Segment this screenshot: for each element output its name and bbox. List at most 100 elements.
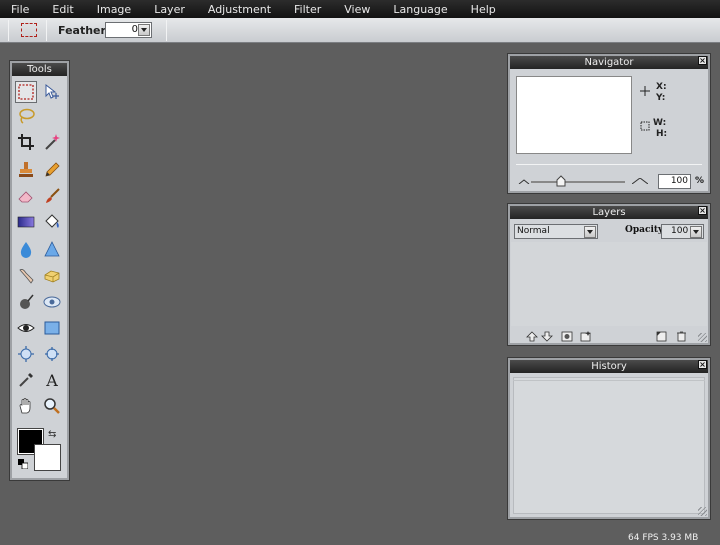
close-icon[interactable]: ×: [698, 56, 707, 65]
lasso-tool[interactable]: [15, 105, 37, 127]
history-panel: History ×: [507, 357, 711, 520]
menu-language[interactable]: Language: [382, 3, 447, 16]
feather-label: Feather:: [58, 24, 111, 37]
zoom-slider-thumb[interactable]: [556, 175, 566, 187]
marquee-tool[interactable]: [15, 81, 37, 103]
trash-icon[interactable]: [675, 331, 687, 342]
pencil-tool[interactable]: [41, 159, 63, 181]
history-divider: [513, 380, 705, 381]
gradient-icon: [17, 216, 35, 228]
new-layer-icon[interactable]: [655, 331, 667, 342]
eraser-tool[interactable]: [15, 185, 37, 207]
pencil-icon: [45, 162, 60, 177]
color-picker-tool[interactable]: [15, 369, 37, 391]
navigator-x-label: X:: [656, 82, 667, 92]
chevron-down-icon[interactable]: [690, 226, 702, 238]
options-separator: [166, 20, 167, 41]
gradient-tool[interactable]: [15, 211, 37, 233]
history-title: History: [510, 360, 708, 373]
menu-bar: File Edit Image Layer Adjustment Filter …: [0, 0, 720, 18]
crop-tool[interactable]: [15, 131, 37, 153]
tools-panel-title: Tools: [12, 63, 67, 76]
paint-bucket-icon: [45, 214, 59, 228]
magic-wand-tool[interactable]: [41, 131, 63, 153]
options-separator: [8, 20, 9, 41]
menu-image[interactable]: Image: [86, 3, 131, 16]
layer-mask-icon[interactable]: [561, 331, 573, 342]
move-tool[interactable]: [41, 81, 63, 103]
hand-tool[interactable]: [15, 395, 37, 417]
sharpen-tool[interactable]: [41, 239, 63, 261]
text-type-icon: A: [45, 371, 58, 389]
menu-edit[interactable]: Edit: [41, 3, 73, 16]
blur-tool[interactable]: [15, 239, 37, 261]
blend-mode-value: Normal: [517, 226, 550, 236]
rectangle-tool[interactable]: [41, 317, 63, 339]
pinch-icon: [45, 347, 59, 361]
menu-filter[interactable]: Filter: [283, 3, 321, 16]
smudge-tool[interactable]: [15, 265, 37, 287]
paint-bucket-tool[interactable]: [41, 211, 63, 233]
move-layer-up-icon[interactable]: [526, 331, 538, 342]
menu-view[interactable]: View: [333, 3, 370, 16]
resize-grip-icon[interactable]: [698, 507, 707, 516]
zoom-percent-label: %: [695, 176, 705, 186]
bloat-tool[interactable]: [15, 343, 37, 365]
history-list[interactable]: [513, 377, 705, 514]
crosshair-icon: [640, 86, 650, 96]
reset-colors-icon[interactable]: [18, 459, 28, 469]
eraser-icon: [18, 191, 33, 203]
layers-panel: Layers × Normal Opacity: 100: [507, 203, 711, 346]
resize-grip-icon[interactable]: [698, 333, 707, 342]
zoom-out-mountain-icon[interactable]: [518, 178, 530, 184]
hand-icon: [19, 398, 31, 414]
burn-icon: [20, 294, 34, 309]
burn-tool[interactable]: [15, 291, 37, 313]
blend-mode-select[interactable]: Normal: [514, 224, 598, 239]
background-color-swatch[interactable]: [34, 444, 61, 471]
navigator-w-label: W:: [653, 118, 667, 128]
tools-panel: Tools A ⇆: [9, 60, 70, 481]
red-eye-tool[interactable]: [41, 291, 63, 313]
zoom-slider-track[interactable]: [531, 181, 625, 183]
blur-drop-icon: [20, 242, 32, 258]
svg-text:A: A: [45, 371, 58, 389]
close-icon[interactable]: ×: [698, 360, 707, 369]
zoom-in-mountain-icon[interactable]: [632, 178, 648, 184]
feather-value: 0: [131, 24, 138, 35]
opacity-select[interactable]: 100: [661, 224, 704, 239]
move-icon: [45, 83, 59, 99]
bloat-icon: [18, 346, 34, 362]
swap-colors-icon[interactable]: ⇆: [48, 429, 56, 440]
feather-select[interactable]: 0: [105, 22, 152, 38]
move-layer-down-icon[interactable]: [541, 331, 553, 342]
smudge-finger-icon: [19, 269, 34, 284]
sharpen-icon: [44, 241, 60, 257]
navigator-preview[interactable]: [516, 76, 632, 154]
text-tool[interactable]: A: [41, 369, 63, 391]
eyedropper-icon: [19, 373, 33, 387]
pinch-tool[interactable]: [41, 343, 63, 365]
close-icon[interactable]: ×: [698, 206, 707, 215]
layers-list[interactable]: [511, 242, 707, 326]
layers-title: Layers: [510, 206, 708, 219]
menu-layer[interactable]: Layer: [143, 3, 185, 16]
layer-styles-icon[interactable]: [580, 331, 592, 342]
stamp-tool[interactable]: [15, 159, 37, 181]
menu-help[interactable]: Help: [460, 3, 496, 16]
menu-file[interactable]: File: [0, 3, 29, 16]
rectangle-shape-icon: [44, 321, 60, 335]
lasso-icon: [19, 108, 35, 124]
selection-size-icon: [640, 121, 650, 131]
chevron-down-icon[interactable]: [138, 24, 150, 36]
sponge-tool[interactable]: [41, 265, 63, 287]
chevron-down-icon[interactable]: [584, 226, 596, 238]
eye-icon: [17, 324, 35, 332]
navigator-y-label: Y:: [656, 93, 666, 103]
menu-adjustment[interactable]: Adjustment: [197, 3, 271, 16]
eye-tool[interactable]: [15, 317, 37, 339]
zoom-tool[interactable]: [41, 395, 63, 417]
crop-icon: [18, 134, 34, 150]
brush-tool[interactable]: [41, 185, 63, 207]
zoom-level-input[interactable]: 100: [658, 174, 691, 189]
